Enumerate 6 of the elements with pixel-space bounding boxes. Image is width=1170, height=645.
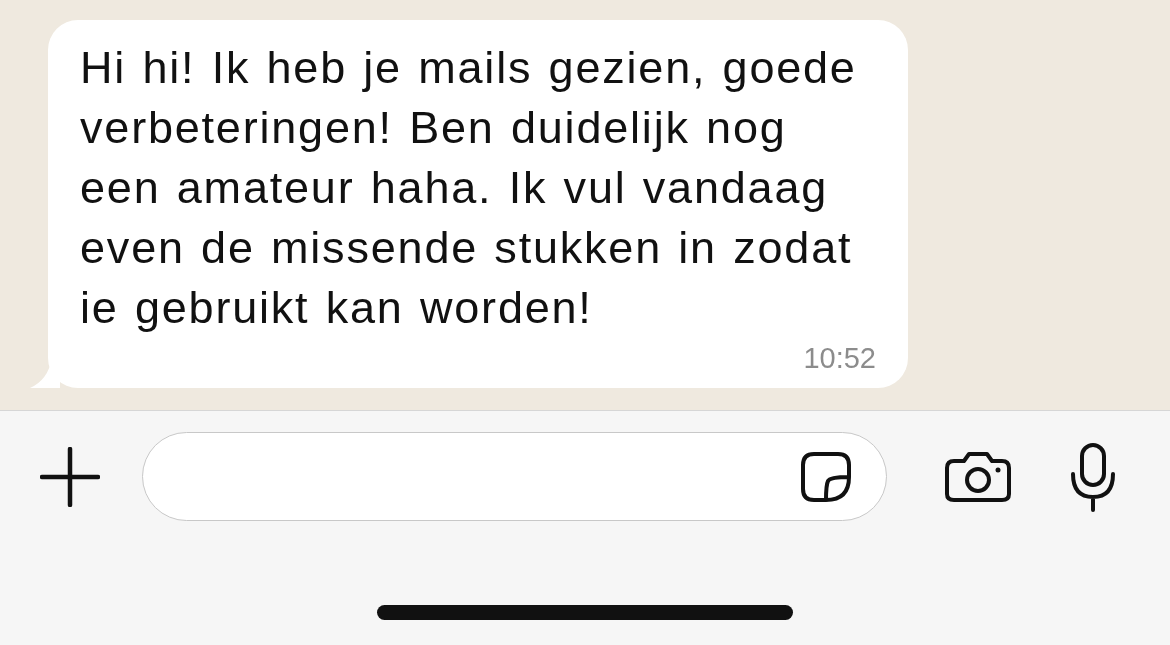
sticker-icon[interactable] — [800, 450, 852, 503]
microphone-icon[interactable] — [1068, 441, 1118, 512]
message-time: 10:52 — [803, 342, 876, 374]
add-icon[interactable] — [40, 446, 100, 507]
message-text: Hi hi! Ik heb je mails gezien, goede verbeteringen! Ben duidelijk nog een amateur haha. Ik vul vandaag even de missende stukken in zodat ie gebruikt kan worden! — [80, 41, 858, 335]
camera-icon[interactable] — [944, 450, 1012, 503]
